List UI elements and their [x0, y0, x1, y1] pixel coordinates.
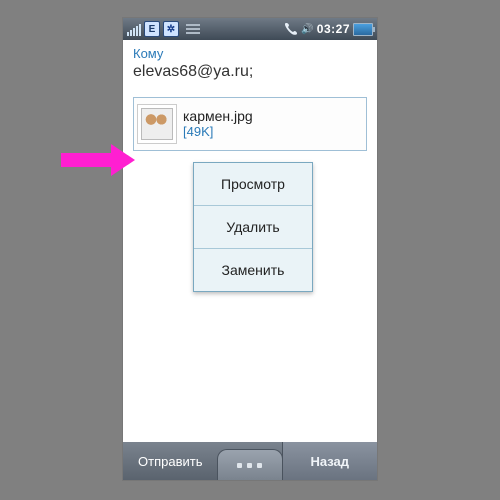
menu-item-view[interactable]: Просмотр [194, 163, 312, 206]
attachment-row[interactable]: кармен.jpg [49K] [133, 97, 367, 151]
phone-screen: E ✲ 🔊 03:27 Кому elevas68@ya.ru; кармен.… [123, 18, 377, 480]
menu-item-delete[interactable]: Удалить [194, 206, 312, 249]
context-menu: Просмотр Удалить Заменить [193, 162, 313, 292]
clock: 03:27 [317, 22, 350, 36]
status-bar: E ✲ 🔊 03:27 [123, 18, 377, 40]
network-badge: E [144, 21, 160, 37]
bluetooth-icon: ✲ [163, 21, 179, 37]
softkey-send[interactable]: Отправить [123, 442, 218, 480]
attachment-info: кармен.jpg [49K] [183, 108, 253, 140]
recipient-field[interactable]: elevas68@ya.ru; [123, 61, 377, 91]
phone-icon [284, 22, 298, 36]
battery-icon [353, 23, 373, 36]
softkey-bar: Отправить Назад [123, 442, 377, 480]
to-label: Кому [123, 40, 377, 61]
menu-icon [186, 24, 200, 34]
menu-item-replace[interactable]: Заменить [194, 249, 312, 291]
compose-area: Кому elevas68@ya.ru; кармен.jpg [49K] Пр… [123, 40, 377, 442]
attachment-thumbnail [137, 104, 177, 144]
softkey-back[interactable]: Назад [282, 442, 378, 480]
attachment-size: [49K] [183, 124, 253, 140]
signal-icon [127, 23, 141, 36]
softkey-middle[interactable] [218, 442, 282, 480]
more-icon [217, 449, 283, 480]
sound-icon: 🔊 [301, 24, 313, 35]
attachment-filename: кармен.jpg [183, 108, 253, 124]
